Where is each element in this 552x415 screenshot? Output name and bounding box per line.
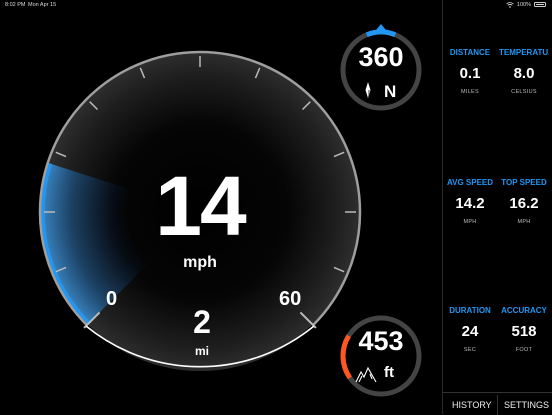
speed-unit: mph [183, 254, 217, 271]
stat-unit: MPH [463, 219, 477, 225]
bottom-bar: HISTORY SETTINGS [443, 392, 552, 415]
settings-button[interactable]: SETTINGS [504, 400, 549, 410]
stat-distance: DISTANCE 0.1 MILES [445, 48, 495, 95]
stat-value: 8.0 [513, 65, 535, 82]
speed-scale-min: 0 [106, 288, 118, 310]
history-button[interactable]: HISTORY [452, 400, 492, 410]
stat-unit: CELSIUS [511, 89, 537, 95]
stat-unit: MILES [460, 89, 479, 95]
stat-value: 0.1 [459, 65, 481, 82]
stat-unit: MPH [517, 219, 531, 225]
compass-heading-arc [365, 29, 397, 38]
stat-temperature: TEMPERATU... 8.0 CELSIUS [499, 48, 549, 95]
stat-unit: SEC [463, 347, 477, 353]
panel-divider [442, 0, 443, 414]
stat-label: DURATION [449, 306, 491, 315]
stat-value: 14.2 [455, 195, 485, 212]
trip-distance-unit: mi [194, 344, 209, 358]
stat-value: 16.2 [509, 195, 539, 212]
stat-label: ACCURACY [501, 306, 547, 315]
compass-heading-value: 360 [358, 42, 404, 72]
bottom-bar-separator [497, 395, 498, 415]
stat-duration: DURATION 24 SEC [445, 306, 495, 353]
stat-label: TOP SPEED [501, 178, 547, 187]
altitude-value: 453 [358, 326, 404, 356]
stat-accuracy: ACCURACY 518 FOOT [499, 306, 549, 353]
stat-value: 518 [511, 323, 537, 340]
stat-top-speed: TOP SPEED 16.2 MPH [499, 178, 549, 225]
speed-scale-max: 60 [279, 288, 302, 310]
altitude-unit: ft [384, 364, 394, 381]
compass-pointer [376, 24, 386, 30]
stat-label: DISTANCE [449, 48, 491, 57]
trip-distance-value: 2 [193, 304, 211, 340]
stat-avg-speed: AVG SPEED 14.2 MPH [445, 178, 495, 225]
stat-unit: FOOT [515, 347, 533, 353]
stat-label: AVG SPEED [446, 178, 494, 187]
stat-value: 24 [461, 323, 479, 340]
stat-label: TEMPERATU... [499, 48, 549, 57]
speed-value: 14 [155, 159, 246, 253]
compass-direction: N [384, 82, 397, 101]
